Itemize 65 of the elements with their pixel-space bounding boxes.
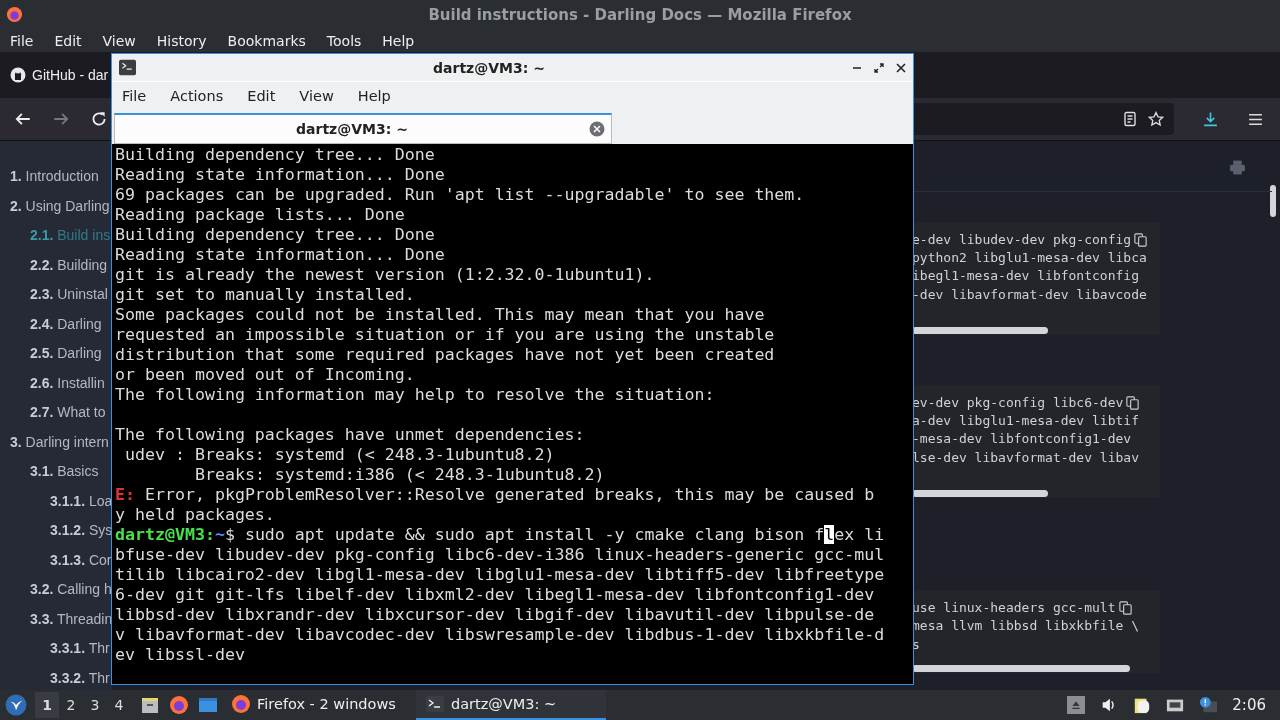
terminal-line: git set to manually installed. — [115, 285, 416, 305]
menu-item[interactable]: File — [10, 33, 34, 49]
terminal-tab[interactable]: dartz@VM3: ~ — [114, 113, 612, 144]
terminal-line: git is already the newest version (1:2.32.0-1ubuntu1). — [115, 265, 656, 285]
terminal-line: The following information may help to resolve the situation: — [115, 385, 716, 405]
menu-item[interactable]: Help — [382, 33, 415, 49]
sidebar-item[interactable]: 3.1.1. Loa — [50, 490, 112, 520]
terminal-line: udev : Breaks: systemd (< 248.3-1ubuntu8.2) — [124, 445, 556, 465]
code-line: ibegl1-mesa-dev libfontconfig — [912, 268, 1139, 284]
workspace-button[interactable]: 4 — [107, 692, 131, 718]
workspace-button[interactable]: 1 — [35, 692, 59, 718]
menu-item[interactable]: Tools — [326, 33, 362, 49]
terminal-line: 69 packages can be upgraded. Run 'apt list --upgradable' to see them. — [115, 185, 806, 205]
sidebar-item[interactable]: 3.3.1. Thr — [50, 638, 110, 668]
menu-item[interactable]: History — [156, 33, 207, 49]
sidebar-item[interactable]: 1. Introduction — [10, 166, 99, 196]
sidebar-item[interactable]: 2.5. Darling — [30, 343, 102, 373]
sidebar-item[interactable]: 3.2. Calling h — [30, 579, 112, 609]
sidebar-item[interactable]: 2.4. Darling — [30, 313, 102, 343]
menu-item[interactable]: View — [102, 33, 136, 49]
terminal-line: Building dependency tree... Done — [115, 225, 436, 245]
sidebar-item[interactable]: 3.1.3. Cor — [50, 549, 112, 579]
menu-item[interactable]: Edit — [247, 88, 276, 104]
task-button[interactable]: dartz@VM3: ~ — [416, 690, 606, 720]
sidebar-item[interactable]: 3.3.2. Thr — [50, 667, 110, 690]
sidebar-item[interactable]: 2.6. Installin — [30, 372, 105, 402]
workspace-button[interactable]: 2 — [59, 692, 83, 718]
code-line: ev-dev pkg-config libc6-dev — [912, 394, 1124, 410]
menu-item[interactable]: Bookmarks — [227, 33, 306, 49]
terminal-line: distribution that some required packages have not yet been created — [115, 345, 776, 365]
sidebar-item[interactable]: 2.1. Build ins — [30, 225, 111, 255]
terminal-line: Reading state information... Done — [115, 165, 446, 185]
terminal-line: The following packages have unmet dependencies: — [115, 425, 586, 445]
terminal-line: Some packages could not be installed. This may mean that you have — [115, 305, 766, 325]
window-title: Build instructions - Darling Docs — Mozilla Firefox — [428, 6, 852, 24]
terminal-line: requested an impossible situation or if you are using the unstable — [115, 325, 776, 345]
terminal-line: E: Error, pkgProblemResolver::Resolve generated breaks, this may be caused by held packages. — [115, 485, 876, 525]
browser-tab[interactable]: GitHub - dar — [0, 57, 109, 93]
code-line: lse-dev libavformat-dev libav — [912, 449, 1139, 465]
menu-item[interactable]: View — [299, 88, 334, 104]
terminal-line: Building dependency tree... Done — [115, 145, 436, 165]
menu-item[interactable]: Help — [357, 88, 391, 104]
terminal-line: or been moved out of Incoming. — [115, 365, 416, 385]
code-line: a-dev libglu1-mesa-dev libtif — [912, 413, 1139, 429]
terminal-line: Reading package lists... Done — [115, 205, 406, 225]
menu-item[interactable]: Actions — [170, 88, 224, 104]
window-title: dartz@VM3: ~ — [432, 59, 546, 76]
menu-item[interactable]: File — [122, 88, 147, 104]
sidebar-item[interactable]: 2. Using Darling — [10, 195, 110, 225]
terminal-line: Reading state information... Done — [115, 245, 446, 265]
task-button[interactable]: Firefox - 2 windows — [222, 690, 412, 720]
terminal-line: Breaks: systemd:i386 (< 248.3-1ubuntu8.2) — [193, 465, 606, 485]
sidebar-item[interactable]: 2.3. Uninstal — [30, 284, 108, 314]
workspace-button[interactable]: 3 — [83, 692, 107, 718]
code-line: -dev libavformat-dev libavcode — [912, 286, 1147, 302]
sidebar-item[interactable]: 2.2. Building — [30, 254, 108, 284]
sidebar-item[interactable]: 2.7. What to — [30, 402, 106, 432]
terminal-command[interactable]: dartz@VM3:~$ sudo apt update && sudo apt install -y cmake clang bison flex libfuse-dev libudev-dev pkg-config libc6-dev-i386 linux-headers-generic gcc-multilib libcairo2-dev libgl1-mesa-dev libglu1-mesa-dev libtiff5-dev libfreetype6-dev git git-lfs libelf-dev libxml2-dev libegl1-mesa-dev libfontconfig1-dev libbsd-dev libxrandr-dev libxcursor-dev libgif-dev libavutil-dev libpulse-dev libavformat-dev libavcodec-dev libswresample-dev libdbus-1-dev libxkbfile-dev libssl-dev — [115, 525, 888, 665]
sidebar-item[interactable]: 3.1. Basics — [30, 461, 99, 491]
sidebar-item[interactable]: 3. Darling intern — [10, 431, 109, 461]
clock[interactable]: 2:06 — [1232, 696, 1266, 714]
code-line: -mesa-dev libfontconfig1-dev — [912, 431, 1132, 447]
menu-item[interactable]: Edit — [54, 33, 82, 49]
sidebar-item[interactable]: 3.1.2. Sys — [50, 520, 112, 550]
sidebar-item[interactable]: 3.3. Threadin — [30, 608, 112, 638]
